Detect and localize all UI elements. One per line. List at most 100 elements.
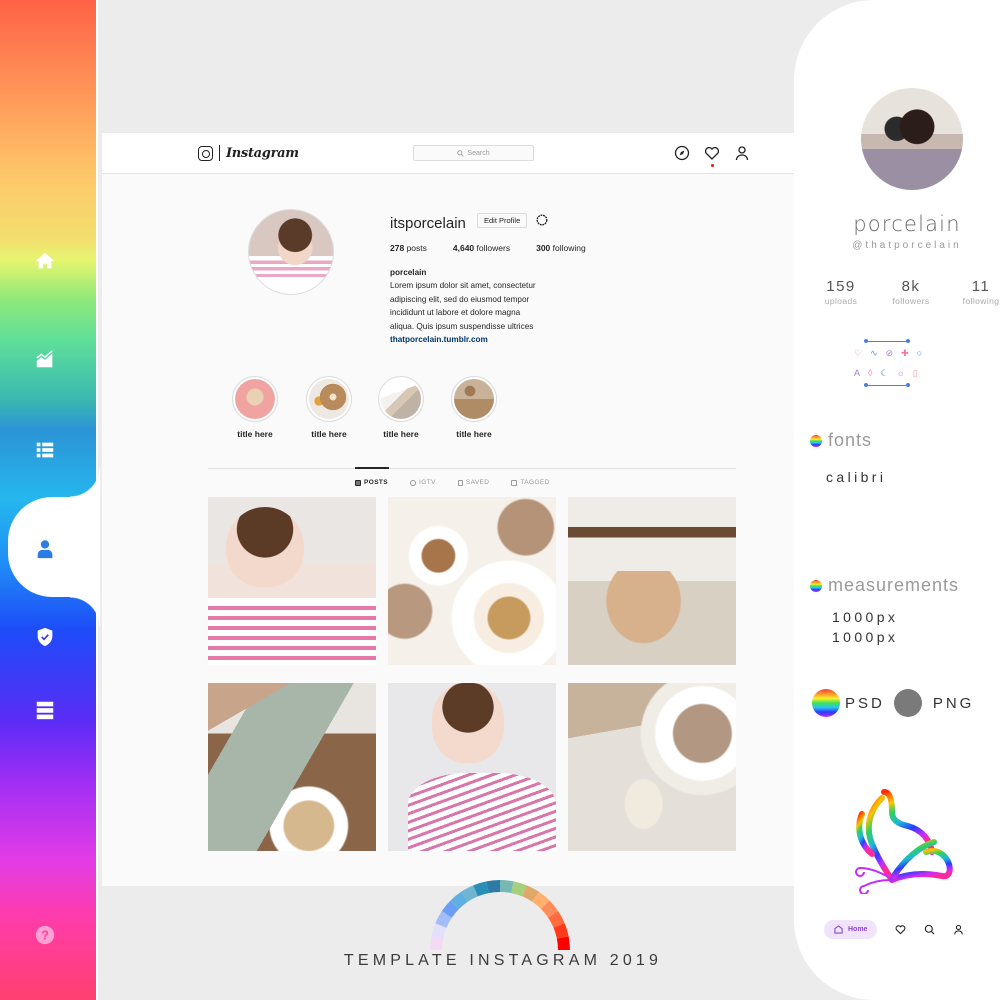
post-thumbnail[interactable] bbox=[388, 683, 556, 851]
activity-button[interactable] bbox=[704, 145, 720, 167]
bookmark-icon bbox=[457, 479, 463, 486]
stat-followers[interactable]: 4,640 followers bbox=[453, 243, 510, 253]
search-placeholder: Search bbox=[467, 149, 490, 157]
drop-icon: ◊ bbox=[868, 368, 873, 378]
bio-line: Lorem ipsum dolor sit amet, consectetur bbox=[390, 281, 536, 291]
post-thumbnail[interactable] bbox=[208, 683, 376, 851]
sidebar-item-help[interactable]: ? bbox=[32, 922, 58, 948]
highlight-ring bbox=[306, 376, 352, 422]
tab-label: SAVED bbox=[465, 479, 490, 486]
highlight-label: title here bbox=[237, 429, 273, 439]
stat-value: 8k bbox=[901, 278, 921, 295]
icon-set-bar bbox=[864, 383, 910, 387]
compass-icon bbox=[674, 145, 690, 161]
nav-home-button[interactable]: Home bbox=[824, 920, 878, 939]
moon-icon: ☾ bbox=[880, 368, 889, 378]
heart-icon[interactable] bbox=[895, 924, 906, 935]
highlight-ring bbox=[232, 376, 278, 422]
profile-website-link[interactable]: thatporcelain.tumblr.com bbox=[390, 333, 570, 346]
followers-label: followers bbox=[476, 243, 511, 253]
sidebar-item-security[interactable] bbox=[32, 624, 58, 650]
tabs-divider bbox=[208, 468, 736, 469]
search-icon[interactable] bbox=[924, 924, 935, 935]
user-icon[interactable] bbox=[953, 924, 964, 935]
profile-button[interactable] bbox=[734, 145, 750, 161]
post-thumbnail[interactable] bbox=[568, 497, 736, 665]
sidebar-item-stats[interactable] bbox=[32, 346, 58, 372]
stat-label: followers bbox=[892, 296, 930, 306]
search-input[interactable]: Search bbox=[413, 145, 534, 161]
stat-posts[interactable]: 278 posts bbox=[390, 243, 427, 253]
chart-area-icon bbox=[36, 350, 53, 368]
list-icon bbox=[36, 442, 54, 458]
icon-row: ♡ ∿ ⊘ ✚ ○ bbox=[854, 348, 922, 359]
stat-value: 159 bbox=[826, 278, 856, 295]
notification-dot bbox=[711, 164, 714, 167]
png-color-dot bbox=[893, 689, 922, 717]
icon-row: A ◊ ☾ ☼ ▯ bbox=[854, 368, 918, 379]
stat-value: 11 bbox=[971, 278, 991, 295]
following-count: 300 bbox=[536, 243, 551, 253]
stat-following[interactable]: 300 following bbox=[536, 243, 586, 253]
pill-icon: ⊘ bbox=[885, 348, 894, 358]
bio-line: aliqua. Quis ipsum suspendisse ultrices bbox=[390, 321, 534, 331]
tab-igtv[interactable]: IGTV bbox=[410, 479, 436, 486]
profile-tabs: POSTS IGTV SAVED TAGGED bbox=[355, 479, 550, 486]
card-bottom-nav: Home bbox=[824, 920, 964, 939]
highlight-image bbox=[309, 379, 349, 419]
explore-button[interactable] bbox=[674, 145, 690, 161]
highlight-label: title here bbox=[456, 429, 492, 439]
card-stats: 159 uploads 8k followers 11 following bbox=[811, 278, 1000, 306]
topbar-actions bbox=[674, 145, 750, 167]
person-icon: A bbox=[854, 368, 861, 378]
profile-avatar[interactable] bbox=[248, 209, 334, 295]
arc-segment bbox=[430, 936, 444, 950]
nav-home-label: Home bbox=[848, 926, 868, 933]
sidebar: ? bbox=[0, 0, 100, 1000]
posts-count: 278 bbox=[390, 243, 405, 253]
posts-grid bbox=[208, 497, 736, 851]
font-value: calibri bbox=[826, 469, 887, 485]
story-highlight[interactable]: title here bbox=[371, 376, 431, 439]
story-highlight[interactable]: title here bbox=[299, 376, 359, 439]
post-thumbnail[interactable] bbox=[568, 683, 736, 851]
heart-icon bbox=[704, 146, 720, 160]
profile-card: porcelain @thatporcelain 159 uploads 8k fo… bbox=[794, 0, 1000, 1000]
battery-icon: ▯ bbox=[912, 368, 918, 378]
following-label: following bbox=[552, 243, 586, 253]
user-icon bbox=[735, 146, 749, 161]
svg-text:?: ? bbox=[41, 928, 49, 943]
settings-gear-icon[interactable] bbox=[535, 213, 549, 227]
post-thumbnail[interactable] bbox=[388, 497, 556, 665]
story-highlight[interactable]: title here bbox=[225, 376, 285, 439]
igtv-icon bbox=[410, 479, 417, 486]
instagram-topbar: Instagram Search bbox=[102, 133, 794, 174]
sidebar-item-home[interactable] bbox=[32, 248, 58, 274]
instagram-camera-icon bbox=[198, 145, 213, 161]
sidebar-item-servers[interactable] bbox=[32, 697, 58, 723]
tab-tagged[interactable]: TAGGED bbox=[511, 479, 549, 486]
sidebar-item-profile[interactable] bbox=[32, 536, 58, 562]
measurements-heading-text: measurements bbox=[828, 575, 960, 595]
instagram-logo[interactable]: Instagram bbox=[198, 145, 299, 161]
card-stat-following: 11 following bbox=[951, 278, 1000, 306]
height-value: 1000px bbox=[832, 629, 899, 645]
butterfly-logo-icon bbox=[855, 789, 953, 894]
home-icon bbox=[35, 252, 55, 269]
sidebar-item-list[interactable] bbox=[32, 437, 58, 463]
question-icon: ? bbox=[35, 925, 55, 945]
tab-saved[interactable]: SAVED bbox=[457, 479, 490, 486]
tab-label: IGTV bbox=[419, 479, 436, 486]
icon-set-preview: ♡ ∿ ⊘ ✚ ○ A ◊ ☾ ☼ ▯ bbox=[854, 338, 940, 388]
server-icon bbox=[36, 701, 54, 720]
fonts-heading-text: fonts bbox=[828, 430, 873, 450]
cross-icon: ✚ bbox=[901, 348, 909, 358]
story-highlight[interactable]: title here bbox=[444, 376, 504, 439]
tab-posts[interactable]: POSTS bbox=[355, 479, 388, 486]
format-png: PNG bbox=[932, 694, 975, 712]
edit-profile-button[interactable]: Edit Profile bbox=[477, 213, 528, 228]
post-thumbnail[interactable] bbox=[208, 497, 376, 665]
shield-check-icon bbox=[37, 627, 53, 647]
psd-color-dot bbox=[812, 689, 840, 717]
profile-display-name: porcelain bbox=[390, 268, 427, 277]
